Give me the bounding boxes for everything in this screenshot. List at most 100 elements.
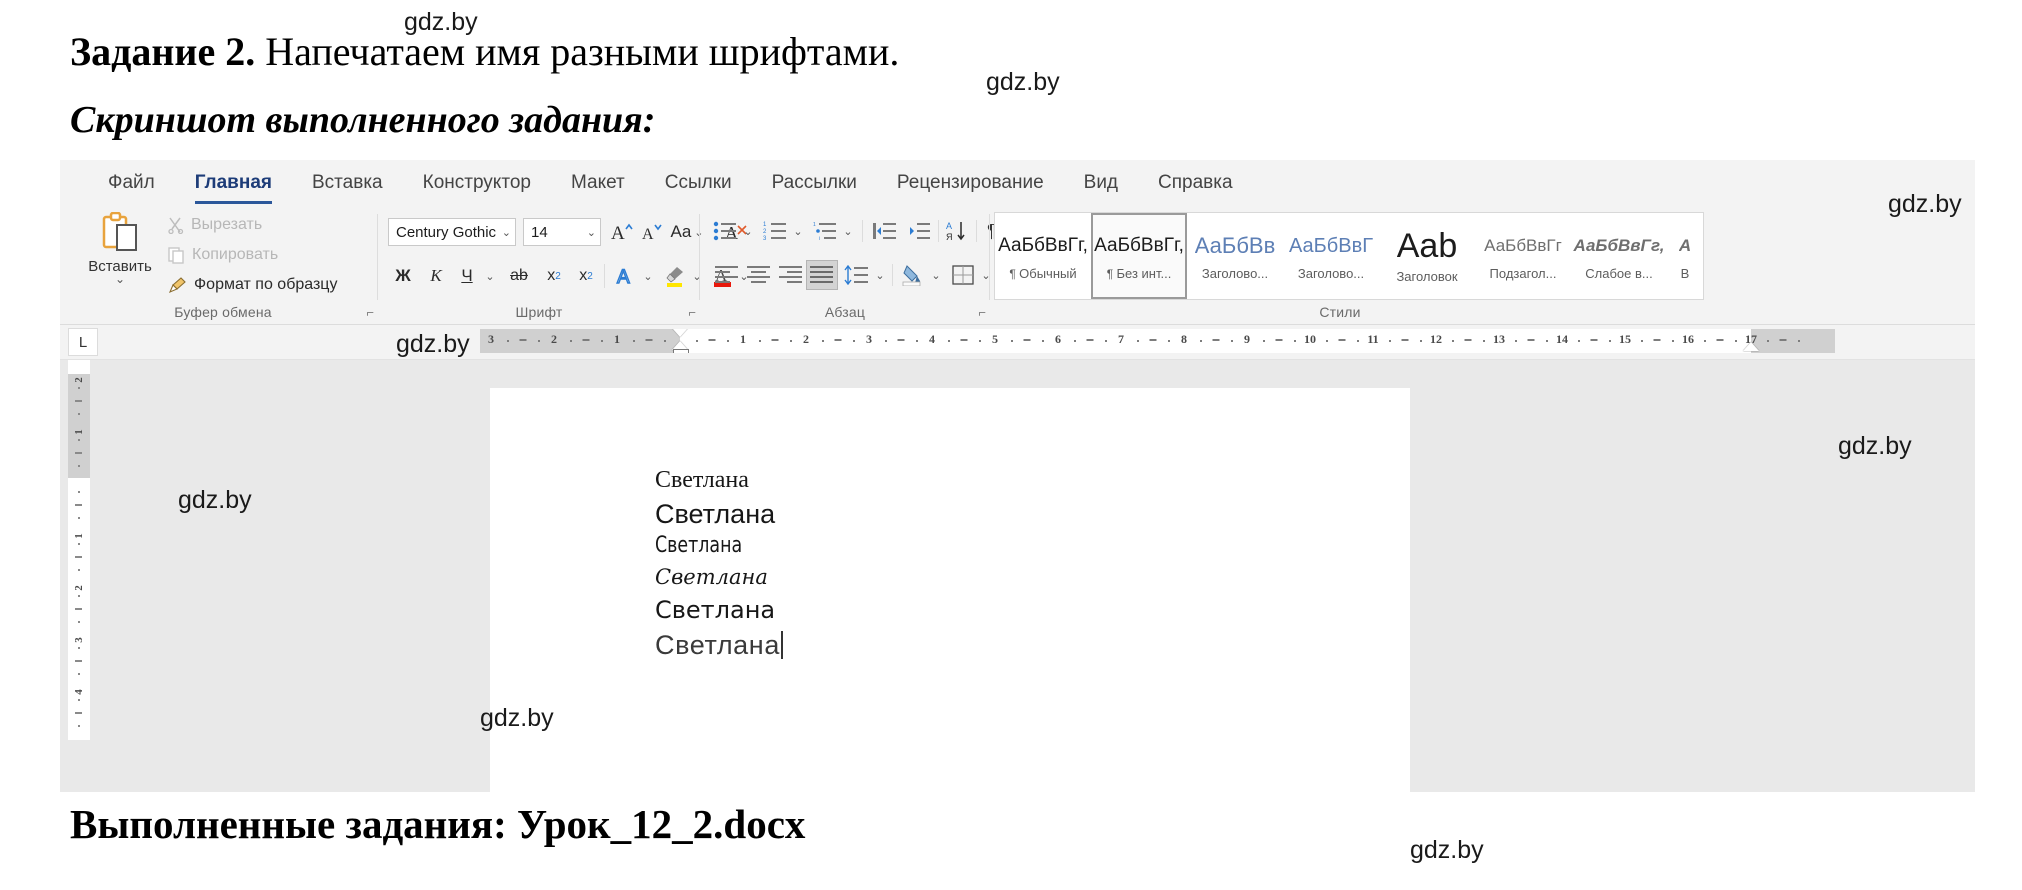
vertical-ruler-minor-mark [78, 725, 80, 727]
left-indent-marker[interactable] [673, 349, 689, 353]
style-name: Заголовок [1396, 268, 1458, 284]
bold-label: Ж [395, 266, 411, 285]
chevron-down-icon[interactable]: ⌄ [499, 226, 511, 239]
sort-button[interactable]: АЯ [944, 218, 974, 244]
watermark: gdz.by [1888, 190, 1962, 218]
line-spacing-button[interactable] [842, 262, 872, 288]
italic-button[interactable]: К [423, 262, 449, 290]
svg-text:i: i [819, 236, 820, 241]
strikethrough-button[interactable]: ab [504, 262, 534, 290]
chevron-down-icon[interactable]: ⌄ [840, 218, 856, 244]
bullet-list-button[interactable] [710, 218, 740, 244]
right-indent-marker[interactable] [1743, 342, 1759, 351]
ribbon-tab-mailings[interactable]: Рассылки [752, 166, 877, 200]
ribbon-tab-review[interactable]: Рецензирование [877, 166, 1064, 200]
ribbon-tab-design[interactable]: Конструктор [403, 166, 551, 200]
chevron-down-icon[interactable]: ⌄ [790, 218, 806, 244]
ruler-minor-mark [1716, 339, 1723, 341]
borders-button[interactable] [948, 262, 978, 288]
increase-indent-button[interactable] [904, 218, 934, 244]
chevron-down-icon[interactable]: ⌄ [640, 262, 656, 290]
horizontal-ruler[interactable]: 3 2 1 1 2 3 4 5 6 7 8 9 10 11 12 13 14 15 16 17 [480, 329, 1835, 353]
clipboard-dialog-launcher-icon[interactable]: ⌐ [366, 305, 374, 320]
subscript-label: x [547, 267, 556, 284]
ribbon-tab-insert[interactable]: Вставка [292, 166, 403, 200]
numbered-list-button[interactable]: 123 [760, 218, 790, 244]
ruler-minor-mark [1483, 340, 1486, 342]
align-center-button[interactable] [744, 262, 774, 288]
style-item-subtitle[interactable]: АаБбВвГг Подзагол... [1475, 213, 1571, 299]
ruler-minor-mark [1275, 339, 1282, 341]
decrease-indent-button[interactable] [870, 218, 900, 244]
font-size-combobox[interactable]: 14 ⌄ [523, 218, 601, 246]
chevron-down-icon[interactable]: ⌄ [584, 226, 596, 239]
multilevel-list-button[interactable]: 1i [810, 218, 840, 244]
divider [604, 264, 605, 288]
style-item-emphasis[interactable]: А В [1667, 213, 1703, 299]
tab-stop-selector[interactable]: L [68, 328, 98, 356]
text-effects-button[interactable]: A [612, 262, 640, 290]
document-text-block[interactable]: Светлана Светлана Светлана Светлана Свет… [655, 468, 783, 659]
chevron-down-icon[interactable]: ⌄ [928, 262, 944, 288]
ruler-minor-mark [821, 340, 824, 342]
ribbon-tab-layout[interactable]: Макет [551, 166, 645, 200]
superscript-button[interactable]: x2 [572, 262, 600, 290]
ribbon-tab-view[interactable]: Вид [1064, 166, 1138, 200]
ribbon-group-styles: АаБбВвГг, ¶ Обычный АаБбВвГг, ¶ Без инт.… [990, 206, 1975, 324]
ribbon-tab-references[interactable]: Ссылки [645, 166, 752, 200]
shrink-font-button[interactable]: A [638, 218, 666, 246]
ruler-tick: 3 [866, 332, 872, 346]
vertical-ruler-minor-mark [78, 387, 80, 389]
svg-text:А: А [946, 221, 952, 231]
clipboard-group-label: Буфер обмена [174, 304, 272, 320]
style-item-normal[interactable]: АаБбВвГг, ¶ Обычный [995, 213, 1091, 299]
text-highlight-button[interactable] [660, 262, 690, 290]
style-name: Подзагол... [1489, 265, 1557, 281]
style-item-no-spacing[interactable]: АаБбВвГг, ¶ Без инт... [1091, 213, 1187, 299]
cut-button[interactable]: Вырезать [168, 216, 262, 234]
style-item-title[interactable]: Aab Заголовок [1379, 213, 1475, 299]
ruler-tick: 14 [1556, 332, 1568, 346]
style-preview: АаБбВв [1194, 232, 1276, 258]
vertical-ruler-minor-mark [75, 452, 82, 454]
align-left-button[interactable] [712, 262, 742, 288]
style-item-heading-1[interactable]: АаБбВв Заголово... [1187, 213, 1283, 299]
style-item-subtle-emphasis[interactable]: АаБбВвГг, Слабое в... [1571, 213, 1667, 299]
bold-button[interactable]: Ж [390, 262, 416, 290]
vertical-ruler[interactable]: 211234 [68, 360, 90, 740]
ribbon-tab-help[interactable]: Справка [1138, 166, 1253, 200]
copy-button[interactable]: Копировать [168, 246, 278, 264]
document-line: Светлана [655, 467, 749, 493]
first-line-indent-marker[interactable] [672, 329, 688, 337]
chevron-down-icon[interactable]: ⌄ [115, 273, 125, 285]
underline-button[interactable]: Ч [454, 262, 480, 290]
ruler-minor-mark [1451, 340, 1454, 342]
divider [862, 220, 863, 242]
document-page[interactable]: Светлана Светлана Светлана Светлана Свет… [490, 388, 1410, 792]
style-preview: АаБбВвГ [1288, 234, 1374, 257]
font-dialog-launcher-icon[interactable]: ⌐ [688, 305, 696, 320]
font-name-combobox[interactable]: Century Gothic ⌄ [388, 218, 516, 246]
grow-font-button[interactable]: A [608, 218, 636, 246]
paragraph-dialog-launcher-icon[interactable]: ⌐ [978, 305, 986, 320]
align-right-button[interactable] [776, 262, 806, 288]
svg-text:A: A [617, 267, 630, 287]
justify-button[interactable] [806, 260, 838, 290]
chevron-down-icon[interactable]: ⌄ [872, 262, 888, 288]
ruler-minor-mark [1357, 340, 1360, 342]
ruler-minor-mark [1073, 340, 1076, 342]
ribbon-tab-file[interactable]: Файл [88, 166, 175, 200]
paste-button[interactable]: Вставить ⌄ [82, 212, 158, 300]
ribbon: Вставить ⌄ Вырезать Копировать Формат по… [60, 206, 1975, 325]
style-name: В [1680, 265, 1690, 281]
chevron-down-icon[interactable]: ⌄ [481, 262, 499, 290]
subscript-button[interactable]: x2 [540, 262, 568, 290]
style-item-heading-2[interactable]: АаБбВвГ Заголово... [1283, 213, 1379, 299]
ruler-minor-mark [708, 339, 715, 341]
format-painter-button[interactable]: Формат по образцу [168, 276, 337, 294]
chevron-down-icon[interactable]: ⌄ [740, 218, 756, 244]
shading-button[interactable] [898, 262, 928, 288]
ruler-minor-mark [1735, 340, 1738, 342]
ruler-tick: 9 [1244, 332, 1250, 346]
ribbon-tab-home[interactable]: Главная [175, 166, 292, 204]
